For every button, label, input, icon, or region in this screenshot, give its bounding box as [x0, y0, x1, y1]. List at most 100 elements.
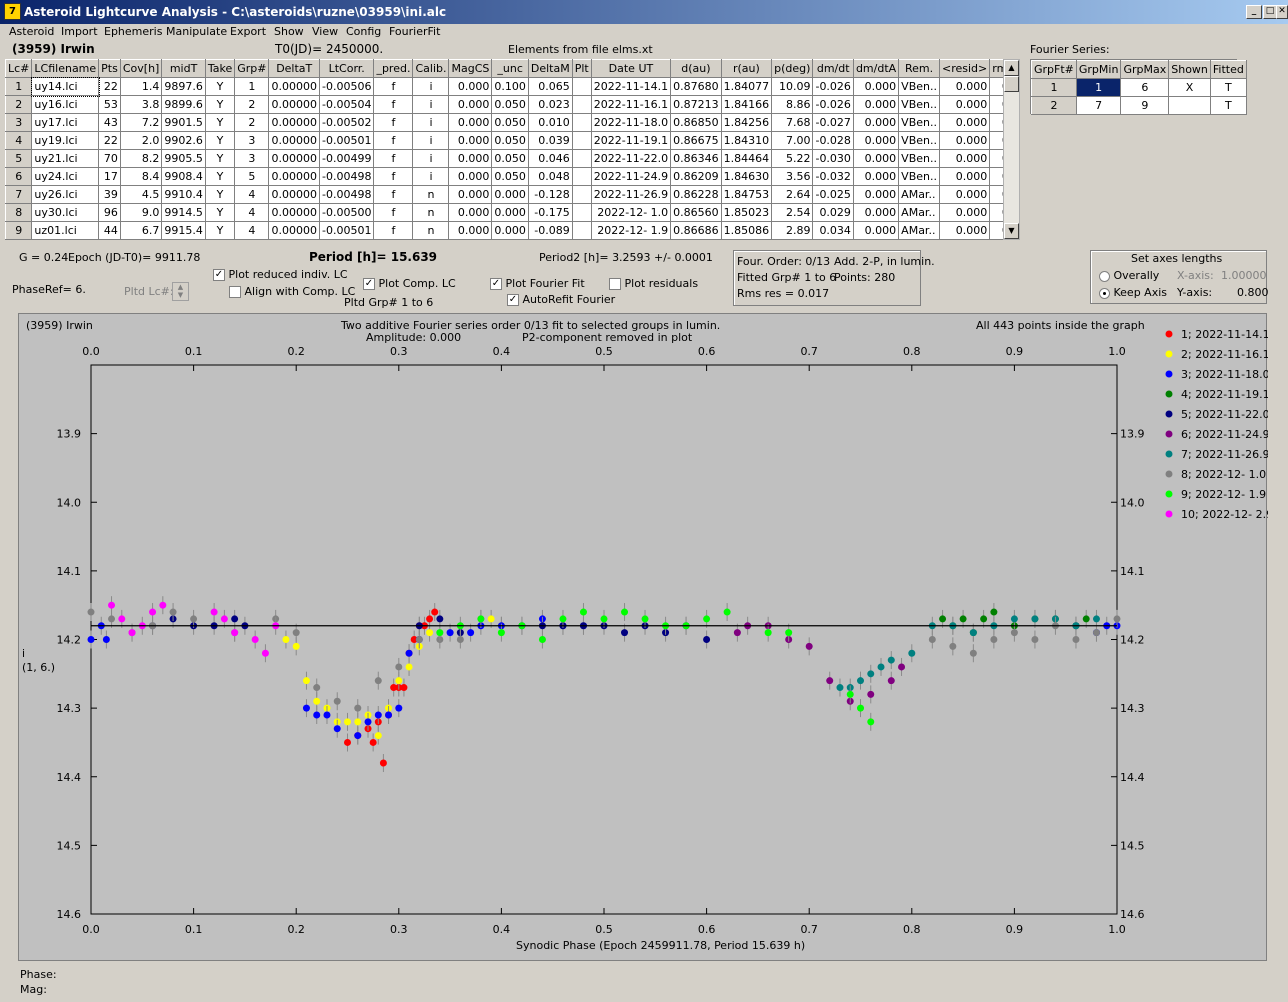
lc-col-header[interactable]: midT	[161, 59, 206, 78]
table-cell[interactable]: 0.00000	[268, 203, 320, 222]
table-cell[interactable]: n	[412, 221, 450, 240]
table-cell[interactable]: 2	[1031, 96, 1077, 115]
lc-col-header[interactable]: r(au)	[720, 59, 773, 78]
table-cell[interactable]: 0.00000	[268, 95, 320, 114]
table-cell[interactable]: 2022-11-16.1	[590, 95, 672, 114]
table-cell[interactable]: 1	[1075, 78, 1122, 97]
table-cell[interactable]: 0.065	[527, 77, 573, 96]
plot-comp-checkbox[interactable]: ✓ Plot Comp. LC	[363, 277, 456, 290]
table-cell[interactable]: 70	[98, 149, 121, 168]
close-icon[interactable]: ✕	[1276, 5, 1288, 19]
table-cell[interactable]: i	[412, 95, 450, 114]
table-cell[interactable]: 2022-11-19.1	[590, 131, 672, 150]
table-cell[interactable]: T	[1209, 78, 1247, 97]
table-cell[interactable]	[571, 149, 592, 168]
table-cell[interactable]: f	[373, 77, 414, 96]
table-cell[interactable]: VBen..	[898, 95, 940, 114]
menu-import[interactable]: Import	[61, 25, 98, 38]
table-cell[interactable]: 0.86675	[670, 131, 722, 150]
table-cell[interactable]: 0.000	[852, 95, 900, 114]
table-cell[interactable]: -0.00502	[318, 113, 375, 132]
table-cell[interactable]: -0.026	[812, 77, 854, 96]
table-cell[interactable]: 0.000	[448, 131, 493, 150]
table-cell[interactable]: 2.64	[771, 185, 814, 204]
table-cell[interactable]: 0.87213	[670, 95, 722, 114]
table-cell[interactable]	[571, 95, 592, 114]
table-cell[interactable]: uy19.lci	[31, 131, 100, 150]
menu-show[interactable]: Show	[274, 25, 304, 38]
table-cell[interactable]: 2	[5, 95, 33, 114]
xaxis-value[interactable]: 1.00000	[1221, 269, 1267, 282]
table-cell[interactable]: 0.86209	[670, 167, 722, 186]
menu-ephemeris[interactable]: Ephemeris	[104, 25, 162, 38]
fs-col-header[interactable]: GrpFt#	[1031, 60, 1077, 79]
table-cell[interactable]: 0.000	[448, 149, 493, 168]
table-cell[interactable]: uy30.lci	[31, 203, 100, 222]
table-cell[interactable]	[1168, 96, 1211, 115]
plot-reduced-checkbox[interactable]: ✓ Plot reduced indiv. LC	[213, 268, 348, 281]
table-cell[interactable]: -0.128	[527, 185, 573, 204]
table-cell[interactable]: 9905.5	[161, 149, 206, 168]
table-cell[interactable]: 1.84630	[720, 167, 773, 186]
table-cell[interactable]: 2022-11-18.0	[590, 113, 672, 132]
table-cell[interactable]: 1.85086	[720, 221, 773, 240]
table-cell[interactable]: 3	[5, 113, 33, 132]
table-cell[interactable]: -0.00500	[318, 203, 375, 222]
table-cell[interactable]: 0.000	[938, 185, 991, 204]
table-cell[interactable]: 0.050	[491, 95, 529, 114]
table-cell[interactable]: n	[412, 185, 450, 204]
table-cell[interactable]: 9	[1120, 96, 1170, 115]
table-cell[interactable]: 0.046	[527, 149, 573, 168]
table-cell[interactable]: 0.00000	[268, 131, 320, 150]
lc-table[interactable]: Lc# LCfilename Pts Cov[h] midT Take Grp# DeltaT…	[5, 59, 1003, 240]
table-cell[interactable]	[571, 131, 592, 150]
table-cell[interactable]: -0.030	[812, 149, 854, 168]
table-cell[interactable]: f	[373, 203, 414, 222]
table-cell[interactable]: VBen..	[898, 113, 940, 132]
table-cell[interactable]: 9910.4	[161, 185, 206, 204]
table-cell[interactable]: 0.013	[989, 113, 1003, 132]
table-cell[interactable]: 1.84464	[720, 149, 773, 168]
table-cell[interactable]: 2.0	[119, 131, 163, 150]
table-row[interactable]: 6 uy24.lci 17 8.4 9908.4 Y 5 0.00000 -0.00498 f i 0…	[5, 167, 1003, 186]
table-cell[interactable]: uy21.lci	[31, 149, 100, 168]
table-cell[interactable]: 0.000	[938, 149, 991, 168]
table-cell[interactable]: 3	[234, 131, 270, 150]
table-cell[interactable]	[571, 221, 592, 240]
table-cell[interactable]: 0.000	[938, 203, 991, 222]
table-cell[interactable]: -0.00499	[318, 149, 375, 168]
lc-col-header[interactable]: Grp#	[234, 59, 270, 78]
app-icon[interactable]: 7	[4, 3, 21, 20]
table-cell[interactable]: 0.000	[852, 131, 900, 150]
table-row[interactable]: 5 uy21.lci 70 8.2 9905.5 Y 3 0.00000 -0.00499 f i 0…	[5, 149, 1003, 168]
table-cell[interactable]: 0.000	[852, 77, 900, 96]
fs-col-header[interactable]: GrpMin	[1075, 60, 1122, 79]
maximize-icon[interactable]: □	[1263, 5, 1277, 19]
table-cell[interactable]: uy16.lci	[31, 95, 100, 114]
fs-col-header[interactable]: Shown	[1168, 60, 1211, 79]
table-cell[interactable]: 1.85023	[720, 203, 773, 222]
table-cell[interactable]: 7	[5, 185, 33, 204]
table-cell[interactable]: 0.000	[852, 167, 900, 186]
table-cell[interactable]: 4	[234, 203, 270, 222]
lc-col-header[interactable]: Cov[h]	[119, 59, 163, 78]
align-comp-checkbox[interactable]: Align with Comp. LC	[229, 285, 355, 298]
table-cell[interactable]: 1.84753	[720, 185, 773, 204]
table-cell[interactable]: -0.089	[527, 221, 573, 240]
fourier-series-table[interactable]: GrpFt# GrpMin GrpMax Shown Fitted 116XT279T	[1030, 59, 1247, 115]
table-cell[interactable]: 0.000	[491, 185, 529, 204]
table-cell[interactable]: 7	[1075, 96, 1122, 115]
pltd-lc-spinner[interactable]: ▲ ▼	[172, 282, 189, 301]
scroll-thumb[interactable]	[1004, 76, 1019, 92]
table-cell[interactable]: 9915.4	[161, 221, 206, 240]
table-cell[interactable]: 1.84310	[720, 131, 773, 150]
table-cell[interactable]: 0.86686	[670, 221, 722, 240]
lc-col-header[interactable]: Calib.	[412, 59, 450, 78]
table-cell[interactable]: 5	[5, 149, 33, 168]
table-cell[interactable]: 0.015	[989, 77, 1003, 96]
table-row[interactable]: 7 uy26.lci 39 4.5 9910.4 Y 4 0.00000 -0.00498 f n 0…	[5, 185, 1003, 204]
table-cell[interactable]: 0.000	[448, 95, 493, 114]
table-cell[interactable]: 8	[5, 203, 33, 222]
table-cell[interactable]: i	[412, 113, 450, 132]
lc-col-header[interactable]: <resid>	[938, 59, 991, 78]
